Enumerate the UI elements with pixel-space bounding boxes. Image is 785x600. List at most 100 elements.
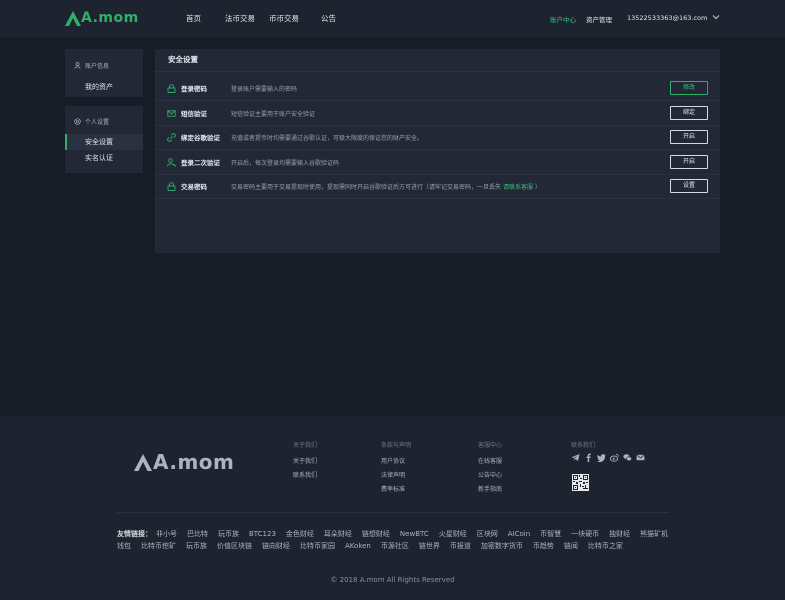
- user-key-icon: [167, 158, 176, 167]
- security-panel: 安全设置 登录密码 登录账户需要输入的密码 修改 短信验证 短信验证主要用于账户…: [155, 49, 720, 253]
- friend-link[interactable]: 熊猫矿机: [640, 530, 668, 538]
- row-description: 开启后，每次登录均需要输入谷歌验证码: [231, 159, 340, 167]
- row-description-text: 交易密码主要用于交易提现时使用，提现需同时开启谷歌验证后方可进行（请牢记交易密码…: [231, 183, 502, 191]
- friend-link[interactable]: 耳朵财经: [324, 530, 352, 538]
- brand-logo[interactable]: A.mom: [65, 10, 139, 26]
- footer-divider: [117, 512, 669, 513]
- friend-link[interactable]: 独财经: [609, 530, 630, 538]
- logo-mark-icon: [65, 10, 81, 26]
- sidebar-item-verification[interactable]: 实名认证: [65, 150, 143, 166]
- panel-title: 安全设置: [155, 49, 720, 72]
- friend-link[interactable]: 非小号: [156, 530, 177, 538]
- user-email[interactable]: 13522533363@163.com: [627, 14, 707, 22]
- friend-link[interactable]: 比特币挖矿: [141, 542, 176, 550]
- footer-link-fees[interactable]: 费率标准: [381, 484, 411, 493]
- footer-link-legal[interactable]: 法律声明: [381, 470, 411, 479]
- sidebar-group-title: 账户信息: [85, 62, 110, 70]
- link-icon: [167, 133, 176, 142]
- friend-link[interactable]: 玩币族: [218, 530, 239, 538]
- social-links: [571, 453, 645, 462]
- enable-google-auth-button[interactable]: 开启: [670, 130, 708, 144]
- footer-col-title: 关于我们: [293, 442, 318, 449]
- friend-link[interactable]: 金色财经: [286, 530, 314, 538]
- friend-link[interactable]: 比特币之家: [588, 542, 623, 550]
- nav-fiat-trade[interactable]: 法币交易: [225, 13, 255, 24]
- sidebar-group-title: 个人设置: [85, 118, 110, 126]
- footer-col-support: 客服中心 在线客服 公告中心 新手指南: [478, 440, 502, 498]
- email-icon[interactable]: [636, 453, 645, 462]
- bind-sms-button[interactable]: 绑定: [670, 106, 708, 120]
- footer-link-user-agreement[interactable]: 用户协议: [381, 456, 411, 465]
- row-label: 绑定谷歌验证: [181, 134, 220, 142]
- friend-link[interactable]: 区块网: [477, 530, 498, 538]
- friend-link[interactable]: 钱包: [117, 542, 131, 550]
- security-row-trade-password: 交易密码 交易密码主要用于交易提现时使用，提现需同时开启谷歌验证后方可进行（请牢…: [155, 174, 720, 199]
- footer-col-terms: 条款与声明 用户协议 法律声明 费率标准: [381, 440, 411, 498]
- friend-link[interactable]: 一块硬币: [571, 530, 599, 538]
- gear-icon: [74, 117, 81, 125]
- friend-link[interactable]: 链世界: [419, 542, 440, 550]
- footer-link-online-support[interactable]: 在线客服: [478, 456, 502, 465]
- friend-link[interactable]: 链向财经: [262, 542, 290, 550]
- security-row-login-2fa: 登录二次验证 开启后，每次登录均需要输入谷歌验证码 开启: [155, 150, 720, 175]
- friend-links-label: 友情链接：: [117, 530, 152, 538]
- footer-logo[interactable]: A.mom: [133, 450, 234, 474]
- footer-col-about: 关于我们 关于我们 联系我们: [293, 440, 317, 484]
- friend-link[interactable]: AICoin: [508, 530, 530, 538]
- set-trade-password-button[interactable]: 设置: [670, 179, 708, 193]
- friend-link[interactable]: BTC123: [249, 530, 276, 538]
- friend-link[interactable]: AKoken: [345, 542, 371, 550]
- sidebar-item-label: 我的资产: [85, 83, 113, 91]
- sidebar-item-my-assets[interactable]: 我的资产: [65, 79, 143, 95]
- footer-link-contact[interactable]: 联系我们: [293, 470, 317, 479]
- footer-col-title: 联系我们: [571, 442, 596, 449]
- sidebar-group-header: 个人设置: [65, 106, 143, 134]
- sidebar-item-label: 实名认证: [85, 154, 113, 162]
- telegram-icon[interactable]: [571, 453, 580, 462]
- friend-link[interactable]: 币智慧: [540, 530, 561, 538]
- footer-link-beginner-guide[interactable]: 新手指南: [478, 484, 502, 493]
- sidebar-item-label: 安全设置: [85, 138, 113, 146]
- footer-col-title: 客服中心: [478, 442, 503, 449]
- mail-icon: [167, 110, 176, 117]
- friend-link[interactable]: 巴比特: [187, 530, 208, 538]
- footer-link-about[interactable]: 关于我们: [293, 456, 317, 465]
- security-row-login-password: 登录密码 登录账户需要输入的密码 修改: [155, 76, 720, 101]
- friend-link[interactable]: 链闻: [564, 542, 578, 550]
- friend-link[interactable]: 玩币族: [186, 542, 207, 550]
- account-center-link[interactable]: 账户中心: [550, 14, 576, 24]
- row-label: 登录密码: [181, 85, 207, 93]
- modify-password-button[interactable]: 修改: [670, 81, 708, 95]
- asset-manage-link[interactable]: 资产管理: [586, 14, 612, 24]
- sidebar-item-security[interactable]: 安全设置: [65, 134, 143, 150]
- friend-link[interactable]: 价值区块链: [217, 542, 252, 550]
- friend-link[interactable]: NewBTC: [400, 530, 429, 538]
- friend-link[interactable]: 币源社区: [381, 542, 409, 550]
- weibo-icon[interactable]: [610, 453, 619, 462]
- nav-coin-trade[interactable]: 币币交易: [269, 13, 299, 24]
- nav-announcement[interactable]: 公告: [321, 13, 336, 24]
- contact-support-link[interactable]: 请联系客服: [503, 184, 533, 191]
- friend-link[interactable]: 币报道: [450, 542, 471, 550]
- row-description: 充值或者提币时均需要通过谷歌认证，可极大限度的保证您的财产安全。: [231, 134, 424, 142]
- chevron-down-icon[interactable]: [712, 13, 720, 21]
- friend-link[interactable]: 火星财经: [439, 530, 467, 538]
- wechat-icon[interactable]: [623, 453, 632, 462]
- security-row-google-auth: 绑定谷歌验证 充值或者提币时均需要通过谷歌认证，可极大限度的保证您的财产安全。 …: [155, 125, 720, 150]
- friend-link[interactable]: 链想财经: [362, 530, 390, 538]
- nav-home[interactable]: 首页: [186, 13, 201, 24]
- friend-link[interactable]: 币趋势: [533, 542, 554, 550]
- copyright-text: © 2018 A.mom All Rights Reserved: [330, 576, 455, 584]
- sidebar-personal-settings: 个人设置 安全设置 实名认证: [65, 106, 143, 173]
- friend-link[interactable]: 比特币家园: [300, 542, 335, 550]
- row-label: 短信验证: [181, 110, 207, 118]
- row-description: 短信验证主要用于账户安全验证: [231, 110, 316, 118]
- facebook-icon[interactable]: [584, 453, 593, 462]
- enable-login-2fa-button[interactable]: 开启: [670, 155, 708, 169]
- top-header: A.mom 首页 法币交易 币币交易 公告 账户中心 资产管理 13522533…: [0, 0, 785, 37]
- sidebar-group-header: 账户信息: [65, 49, 143, 79]
- user-icon: [74, 61, 81, 69]
- footer-link-notice-center[interactable]: 公告中心: [478, 470, 502, 479]
- twitter-icon[interactable]: [597, 453, 606, 462]
- friend-link[interactable]: 加密数字货币: [481, 542, 523, 550]
